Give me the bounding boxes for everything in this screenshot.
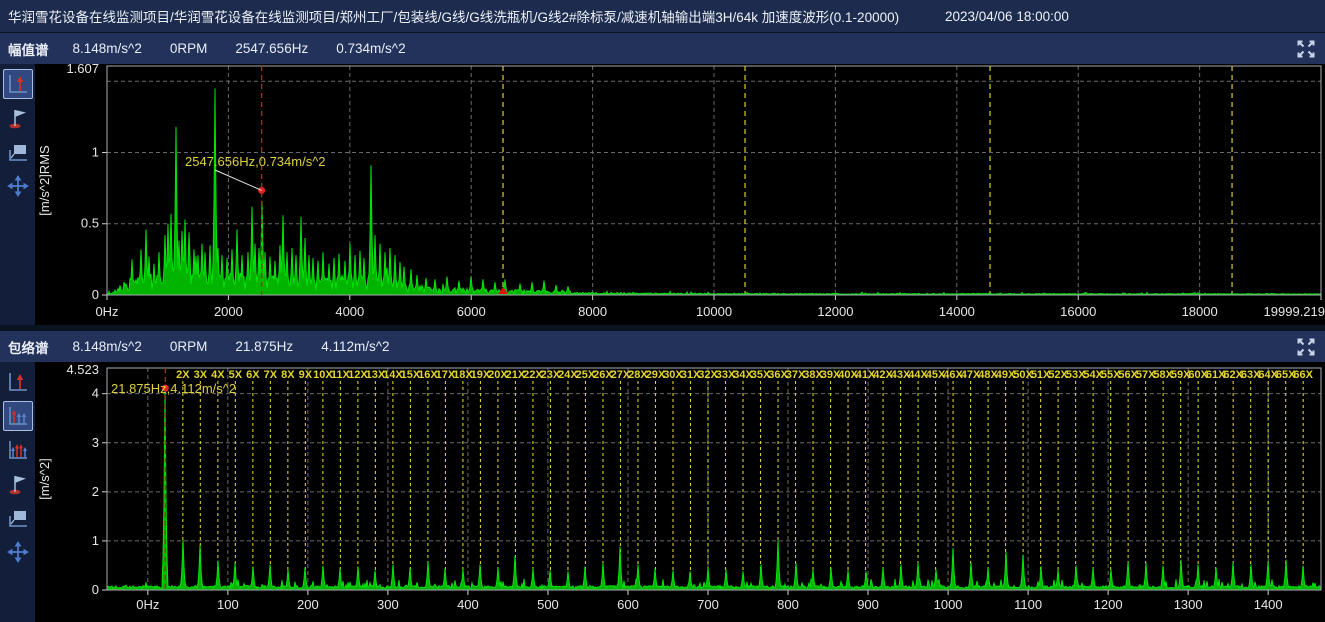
expand-icon[interactable]	[1294, 335, 1318, 359]
svg-text:700: 700	[697, 597, 719, 612]
rpm-value: 0RPM	[169, 339, 208, 354]
svg-text:2000: 2000	[214, 304, 243, 319]
svg-text:600: 600	[617, 597, 639, 612]
amplitude-panel-header: 幅值谱 8.148m/s^2 0RPM 2547.656Hz 0.734m/s^…	[0, 33, 1325, 64]
amplitude-panel-body: 0Hz 2000 4000 6000 8000 10000 12000 14000 16000 1…	[0, 64, 1325, 325]
svg-text:1: 1	[92, 533, 99, 548]
cursor-amplitude-value: 0.734m/s^2	[336, 41, 406, 56]
rpm-value: 0RPM	[169, 41, 208, 56]
svg-text:4: 4	[92, 386, 99, 401]
svg-text:100: 100	[217, 597, 239, 612]
svg-text:1100: 1100	[1014, 597, 1042, 612]
svg-text:0: 0	[92, 287, 99, 302]
titlebar: 华润雪花设备在线监测项目/华润雪花设备在线监测项目/郑州工厂/包装线/G线/G线…	[0, 0, 1325, 33]
svg-text:0Hz: 0Hz	[136, 597, 159, 612]
pan-move-tool[interactable]	[3, 171, 33, 201]
cursor-frequency-value: 21.875Hz	[235, 339, 294, 354]
svg-text:66X: 66X	[1293, 369, 1313, 381]
svg-text:2: 2	[92, 484, 99, 499]
svg-text:14000: 14000	[939, 304, 975, 319]
svg-text:2X: 2X	[176, 369, 190, 381]
svg-text:10000: 10000	[696, 304, 732, 319]
svg-text:[m/s^2]RMS: [m/s^2]RMS	[37, 145, 52, 216]
envelope-spectrum-chart[interactable]: 0Hz 100 200 300 400 500 600 700 800 900 1000 1100 12…	[35, 362, 1325, 622]
flag-marker-tool[interactable]	[3, 469, 33, 499]
panel-title: 幅值谱	[8, 42, 49, 58]
svg-text:6X: 6X	[246, 369, 260, 381]
svg-text:1200: 1200	[1094, 597, 1123, 612]
svg-text:800: 800	[777, 597, 799, 612]
cursor-amplitude-value: 4.112m/s^2	[321, 339, 390, 354]
svg-text:19999.219: 19999.219	[1264, 304, 1325, 319]
svg-text:1: 1	[92, 144, 99, 159]
svg-text:300: 300	[377, 597, 399, 612]
svg-text:[m/s^2]: [m/s^2]	[37, 458, 52, 500]
svg-text:8000: 8000	[578, 304, 607, 319]
amplitude-spectrum-panel: 幅值谱 8.148m/s^2 0RPM 2547.656Hz 0.734m/s^…	[0, 33, 1325, 325]
svg-text:4000: 4000	[335, 304, 364, 319]
rms-value: 8.148m/s^2	[72, 339, 142, 354]
sideband-cursor-tool[interactable]	[3, 435, 33, 465]
envelope-toolbar	[0, 362, 35, 622]
cursor-frequency-value: 2547.656Hz	[235, 41, 309, 56]
amplitude-toolbar	[0, 64, 35, 325]
svg-text:1000: 1000	[934, 597, 963, 612]
svg-text:0Hz: 0Hz	[95, 304, 118, 319]
envelope-panel-header: 包络谱 8.148m/s^2 0RPM 21.875Hz 4.112m/s^2	[0, 331, 1325, 362]
flag-marker-tool[interactable]	[3, 103, 33, 133]
svg-text:12000: 12000	[817, 304, 853, 319]
harmonic-cursor-tool[interactable]	[3, 401, 33, 431]
svg-text:6000: 6000	[457, 304, 486, 319]
envelope-spectrum-panel: 包络谱 8.148m/s^2 0RPM 21.875Hz 4.112m/s^2	[0, 331, 1325, 622]
band-select-tool[interactable]	[3, 137, 33, 167]
svg-text:18000: 18000	[1182, 304, 1218, 319]
svg-text:3: 3	[92, 435, 99, 450]
svg-text:5X: 5X	[229, 369, 243, 381]
band-select-tool[interactable]	[3, 503, 33, 533]
svg-text:4.523: 4.523	[66, 362, 99, 377]
rms-value: 8.148m/s^2	[72, 41, 142, 56]
svg-text:3X: 3X	[194, 369, 208, 381]
svg-text:2547.656Hz,0.734m/s^2: 2547.656Hz,0.734m/s^2	[185, 154, 326, 169]
svg-text:21.875Hz,4.112m/s^2: 21.875Hz,4.112m/s^2	[111, 381, 236, 396]
svg-text:16000: 16000	[1060, 304, 1096, 319]
svg-text:400: 400	[457, 597, 479, 612]
single-cursor-tool[interactable]	[3, 367, 33, 397]
envelope-panel-body: 0Hz 100 200 300 400 500 600 700 800 900 1000 1100 12…	[0, 362, 1325, 622]
svg-text:0.5: 0.5	[81, 216, 99, 231]
svg-text:900: 900	[857, 597, 879, 612]
svg-text:4X: 4X	[211, 369, 225, 381]
svg-text:8X: 8X	[281, 369, 295, 381]
svg-text:1400: 1400	[1254, 597, 1283, 612]
breadcrumb-title: 华润雪花设备在线监测项目/华润雪花设备在线监测项目/郑州工厂/包装线/G线/G线…	[8, 10, 900, 25]
panel-title: 包络谱	[8, 340, 49, 356]
svg-text:9X: 9X	[299, 369, 313, 381]
svg-text:0: 0	[92, 582, 99, 597]
expand-icon[interactable]	[1294, 37, 1318, 61]
svg-text:200: 200	[297, 597, 319, 612]
svg-text:1300: 1300	[1174, 597, 1203, 612]
single-cursor-tool[interactable]	[3, 69, 33, 99]
svg-text:500: 500	[537, 597, 559, 612]
pan-move-tool[interactable]	[3, 537, 33, 567]
svg-text:1.607: 1.607	[66, 64, 99, 76]
amplitude-spectrum-chart[interactable]: 0Hz 2000 4000 6000 8000 10000 12000 14000 16000 1…	[35, 64, 1325, 325]
datetime-label: 2023/04/06 18:00:00	[945, 8, 1069, 24]
svg-text:7X: 7X	[264, 369, 278, 381]
